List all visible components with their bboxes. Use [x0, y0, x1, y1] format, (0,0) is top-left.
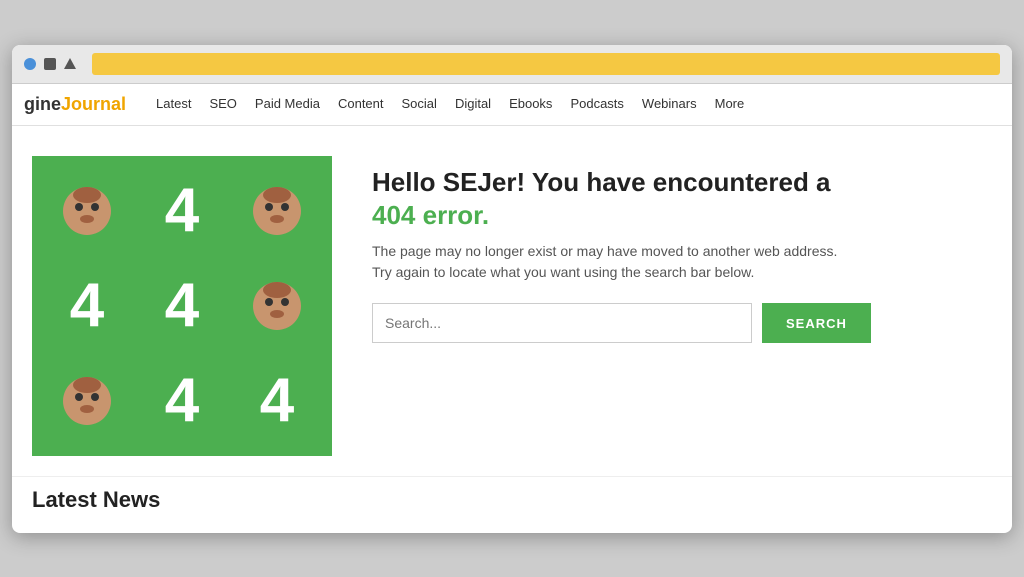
nav-link-webinars[interactable]: Webinars	[642, 96, 697, 111]
nav-link-content[interactable]: Content	[338, 96, 384, 111]
nav-bar: gineJournal Latest SEO Paid Media Conten…	[12, 84, 1012, 126]
error-code: 404 error.	[372, 200, 489, 230]
logo-journal-text: Journal	[61, 94, 126, 115]
four-text-2: 4	[70, 275, 104, 337]
error-title: Hello SEJer! You have encountered a 404 …	[372, 166, 982, 234]
search-button[interactable]: SEARCH	[762, 303, 871, 343]
face-icon-2	[251, 185, 303, 237]
grid-cell-8: 4	[137, 358, 227, 443]
search-input[interactable]	[372, 303, 752, 343]
grid-cell-6	[232, 263, 322, 348]
error-description: The page may no longer exist or may have…	[372, 241, 852, 283]
nav-link-podcasts[interactable]: Podcasts	[570, 96, 623, 111]
search-row: SEARCH	[372, 303, 982, 343]
four-text-5: 4	[260, 370, 294, 432]
nav-item-latest[interactable]: Latest	[156, 95, 191, 113]
grid-cell-1	[42, 168, 132, 253]
nav-link-seo[interactable]: SEO	[209, 96, 236, 111]
nav-item-content[interactable]: Content	[338, 95, 384, 113]
nav-item-ebooks[interactable]: Ebooks	[509, 95, 552, 113]
nav-item-webinars[interactable]: Webinars	[642, 95, 697, 113]
four-text-3: 4	[165, 275, 199, 337]
grid-cell-5: 4	[137, 263, 227, 348]
dot-blue	[24, 58, 36, 70]
nav-item-paid-media[interactable]: Paid Media	[255, 95, 320, 113]
nav-links: Latest SEO Paid Media Content Social Dig…	[156, 95, 744, 113]
nav-link-digital[interactable]: Digital	[455, 96, 491, 111]
nav-link-more[interactable]: More	[715, 96, 745, 111]
four-text-1: 4	[165, 180, 199, 242]
grid-cell-7	[42, 358, 132, 443]
grid-cell-2: 4	[137, 168, 227, 253]
nav-link-ebooks[interactable]: Ebooks	[509, 96, 552, 111]
nav-item-digital[interactable]: Digital	[455, 95, 491, 113]
error-title-line1: Hello SEJer! You have encountered a	[372, 167, 831, 197]
latest-news-section: Latest News	[12, 476, 1012, 533]
nav-item-social[interactable]: Social	[402, 95, 437, 113]
nav-link-latest[interactable]: Latest	[156, 96, 191, 111]
grid-cell-9: 4	[232, 358, 322, 443]
browser-window: gineJournal Latest SEO Paid Media Conten…	[12, 45, 1012, 533]
grid-cell-4: 4	[42, 263, 132, 348]
site-logo[interactable]: gineJournal	[24, 94, 126, 115]
latest-news-title: Latest News	[32, 487, 992, 513]
face-icon-1	[61, 185, 113, 237]
logo-gine-text: gine	[24, 94, 61, 115]
dot-dark	[44, 58, 56, 70]
content-area: 4 4 4	[12, 126, 1012, 476]
nav-link-social[interactable]: Social	[402, 96, 437, 111]
nav-item-more[interactable]: More	[715, 95, 745, 113]
grid-cell-3	[232, 168, 322, 253]
four-text-4: 4	[165, 370, 199, 432]
face-icon-3	[251, 280, 303, 332]
face-icon-4	[61, 375, 113, 427]
nav-item-podcasts[interactable]: Podcasts	[570, 95, 623, 113]
address-bar[interactable]	[92, 53, 1000, 75]
error-404-image: 4 4 4	[32, 156, 332, 456]
nav-item-seo[interactable]: SEO	[209, 95, 236, 113]
nav-link-paid-media[interactable]: Paid Media	[255, 96, 320, 111]
browser-chrome	[12, 45, 1012, 84]
dot-triangle	[64, 58, 76, 69]
error-content: Hello SEJer! You have encountered a 404 …	[372, 156, 982, 456]
